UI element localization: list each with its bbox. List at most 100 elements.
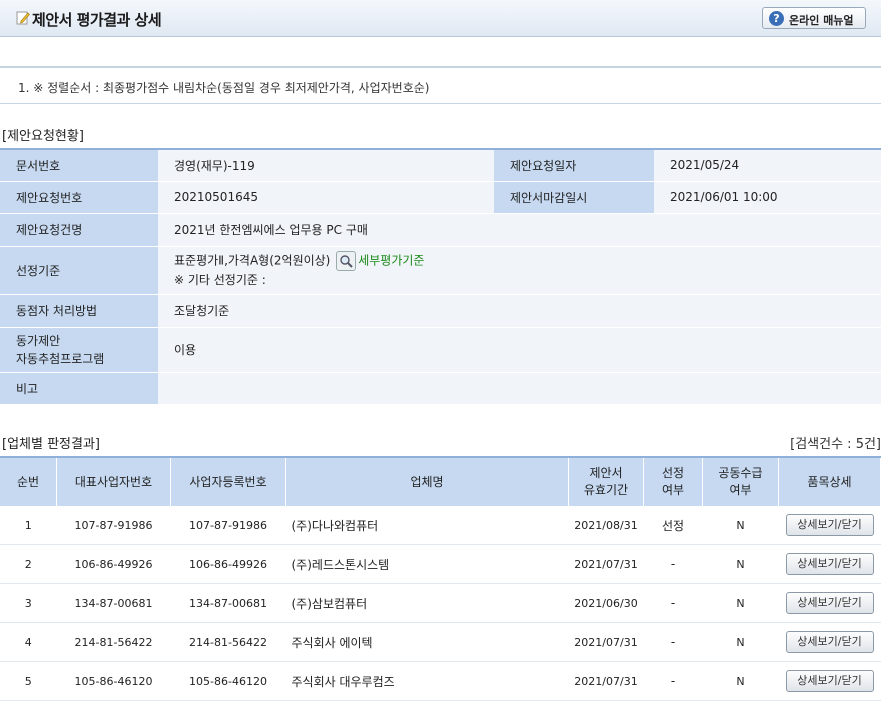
col-joint-line2: 여부 — [729, 483, 752, 497]
col-valid-line1: 제안서 — [589, 466, 623, 480]
pencil-icon — [16, 11, 30, 25]
row-valid: 2021/07/31 — [568, 661, 644, 701]
row-detail-cell: 상세보기/닫기 — [778, 506, 881, 545]
row-biz-no: 107-87-91986 — [170, 506, 286, 545]
row-seq: 4 — [0, 622, 57, 662]
row-valid: 2021/08/31 — [568, 506, 644, 545]
col-selected: 선정 여부 — [643, 457, 703, 506]
title-bar: 제안서 평가결과 상세 ? 온라인 매뉴얼 — [0, 0, 881, 37]
row-company: 주식회사 대우루컴즈 — [285, 661, 569, 701]
row-selected: - — [643, 622, 703, 662]
row-joint: N — [702, 544, 779, 584]
table-row: 4 214-81-56422 214-81-56422 주식회사 에이텍 202… — [0, 622, 881, 662]
row-seq: 5 — [0, 661, 57, 701]
note-value — [158, 372, 881, 405]
row-rep-no: 106-86-49926 — [56, 544, 171, 584]
row-selected: - — [643, 661, 703, 701]
row-seq: 1 — [0, 506, 57, 545]
row-valid: 2021/07/31 — [568, 544, 644, 584]
row-joint: N — [702, 583, 779, 623]
col-selected-line1: 선정 — [661, 466, 685, 480]
req-name-value: 2021년 한전엠씨에스 업무용 PC 구매 — [158, 213, 881, 247]
col-selected-line2: 여부 — [661, 483, 685, 497]
page-title: 제안서 평가결과 상세 — [32, 11, 162, 29]
request-section-title: [제안요청현황] — [2, 129, 84, 144]
table-row: 3 134-87-00681 134-87-00681 (주)삼보컴퓨터 202… — [0, 583, 881, 623]
row-company: (주)삼보컴퓨터 — [285, 583, 569, 623]
row-biz-no: 134-87-00681 — [170, 583, 286, 623]
row-selected: 선정 — [643, 506, 703, 545]
col-company: 업체명 — [285, 457, 569, 506]
row-rep-no: 107-87-91986 — [56, 506, 171, 545]
online-manual-label: 온라인 매뉴얼 — [789, 14, 854, 27]
note-label: 비고 — [0, 372, 158, 405]
auto-draw-label-line2: 자동추첨프로그램 — [16, 351, 105, 366]
req-no-value: 20210501645 — [158, 181, 494, 214]
tie-value: 조달청기준 — [158, 294, 881, 328]
row-company: 주식회사 에이텍 — [285, 622, 569, 662]
auto-draw-label: 동가제안 자동추첨프로그램 — [0, 327, 158, 373]
sort-notice: 1. ※ 정렬순서 : 최종평가점수 내림차순(동점일 경우 최저제안가격, 사… — [0, 66, 881, 104]
col-valid: 제안서 유효기간 — [568, 457, 644, 506]
row-valid: 2021/07/31 — [568, 622, 644, 662]
criteria-value: 표준평가Ⅱ,가격A형(2억원이상) — [174, 253, 331, 268]
row-company: (주)레드스톤시스템 — [285, 544, 569, 584]
row-valid: 2021/06/30 — [568, 583, 644, 623]
row-rep-no: 105-86-46120 — [56, 661, 171, 701]
req-date-label: 제안요청일자 — [494, 149, 654, 182]
detail-toggle-button[interactable]: 상세보기/닫기 — [785, 631, 874, 653]
deadline-label: 제안서마감일시 — [494, 181, 654, 214]
row-biz-no: 106-86-49926 — [170, 544, 286, 584]
detail-criteria-link[interactable]: 세부평가기준 — [358, 254, 424, 268]
table-row: 1 107-87-91986 107-87-91986 (주)다나와컴퓨터 20… — [0, 506, 881, 545]
row-detail-cell: 상세보기/닫기 — [778, 622, 881, 662]
detail-toggle-button[interactable]: 상세보기/닫기 — [785, 553, 874, 575]
request-info-table: 문서번호 경영(재무)-119 제안요청일자 2021/05/24 제안요청번호… — [0, 148, 881, 405]
criteria-cell: 표준평가Ⅱ,가격A형(2억원이상) 세부평가기준 ※ 기타 선정기준 : — [158, 246, 881, 295]
row-detail-cell: 상세보기/닫기 — [778, 661, 881, 701]
row-selected: - — [643, 544, 703, 584]
doc-no-label: 문서번호 — [0, 149, 158, 182]
req-no-label: 제안요청번호 — [0, 181, 158, 214]
row-detail-cell: 상세보기/닫기 — [778, 583, 881, 623]
tie-label: 동점자 처리방법 — [0, 294, 158, 328]
criteria-label: 선정기준 — [0, 246, 158, 295]
deadline-value: 2021/06/01 10:00 — [654, 181, 881, 214]
other-criteria: ※ 기타 선정기준 : — [174, 273, 266, 287]
row-rep-no: 134-87-00681 — [56, 583, 171, 623]
table-row: 5 105-86-46120 105-86-46120 주식회사 대우루컴즈 2… — [0, 661, 881, 701]
result-section-title: [업체별 판정결과] — [2, 437, 100, 452]
search-count: [검색건수 : 5건] — [790, 437, 881, 452]
sort-notice-text: 1. ※ 정렬순서 : 최종평가점수 내림차순(동점일 경우 최저제안가격, 사… — [18, 81, 430, 95]
row-rep-no: 214-81-56422 — [56, 622, 171, 662]
row-seq: 3 — [0, 583, 57, 623]
col-detail: 품목상세 — [778, 457, 881, 506]
col-valid-line2: 유효기간 — [583, 483, 629, 497]
row-joint: N — [702, 661, 779, 701]
col-joint: 공동수급 여부 — [702, 457, 779, 506]
row-selected: - — [643, 583, 703, 623]
row-company: (주)다나와컴퓨터 — [285, 506, 569, 545]
magnifier-icon[interactable] — [336, 251, 357, 271]
col-biz-no: 사업자등록번호 — [170, 457, 286, 506]
req-date-value: 2021/05/24 — [654, 149, 881, 182]
row-detail-cell: 상세보기/닫기 — [778, 544, 881, 584]
auto-draw-label-line1: 동가제안 — [16, 333, 61, 348]
detail-toggle-button[interactable]: 상세보기/닫기 — [785, 670, 874, 692]
col-rep-no: 대표사업자번호 — [56, 457, 171, 506]
result-table: 순번 대표사업자번호 사업자등록번호 업체명 제안서 유효기간 선정 여부 공동… — [0, 456, 881, 701]
col-joint-line1: 공동수급 — [718, 466, 763, 480]
online-manual-button[interactable]: ? 온라인 매뉴얼 — [762, 7, 866, 29]
row-joint: N — [702, 622, 779, 662]
row-joint: N — [702, 506, 779, 545]
col-seq: 순번 — [0, 457, 57, 506]
row-biz-no: 214-81-56422 — [170, 622, 286, 662]
row-biz-no: 105-86-46120 — [170, 661, 286, 701]
doc-no-value: 경영(재무)-119 — [158, 149, 494, 182]
req-name-label: 제안요청건명 — [0, 213, 158, 247]
help-icon: ? — [769, 11, 784, 26]
table-row: 2 106-86-49926 106-86-49926 (주)레드스톤시스템 2… — [0, 544, 881, 584]
detail-toggle-button[interactable]: 상세보기/닫기 — [785, 514, 874, 536]
detail-toggle-button[interactable]: 상세보기/닫기 — [785, 592, 874, 614]
auto-draw-value: 이용 — [158, 327, 881, 373]
